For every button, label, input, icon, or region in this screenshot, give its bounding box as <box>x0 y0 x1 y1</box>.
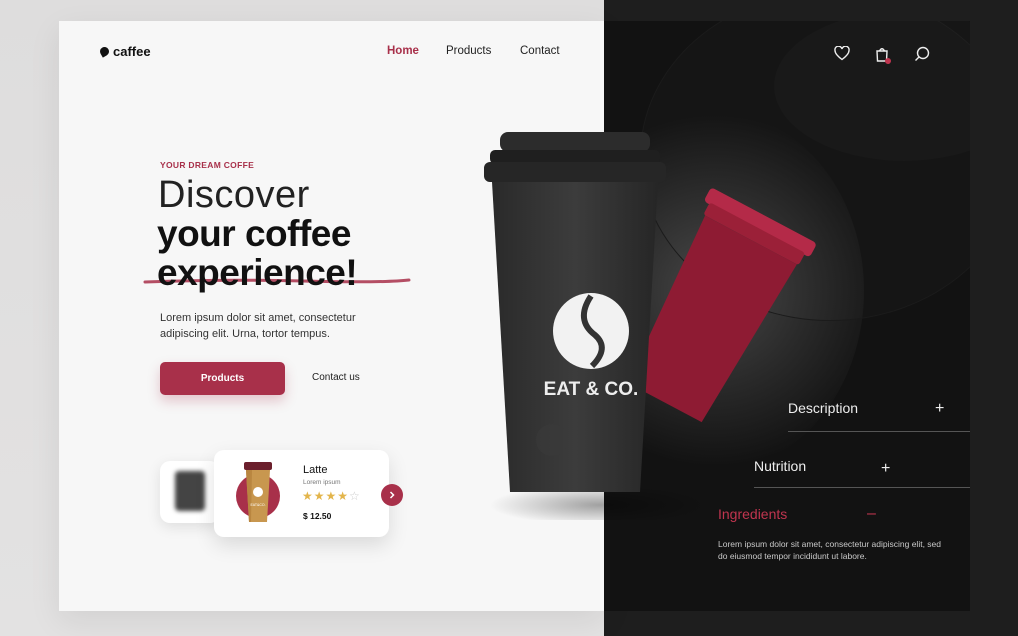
search-button[interactable] <box>914 46 930 67</box>
svg-text:EAT&CO.: EAT&CO. <box>250 503 265 507</box>
products-button[interactable]: Products <box>160 362 285 395</box>
product-subtitle: Lorem ipsum <box>303 479 341 486</box>
nav-contact[interactable]: Contact <box>520 45 560 57</box>
accordion-title[interactable]: Ingredients <box>718 506 787 522</box>
heart-icon <box>834 45 850 61</box>
minus-icon[interactable]: – <box>867 505 876 523</box>
carousel-next-button[interactable] <box>381 484 403 506</box>
brand-logo[interactable]: caffee <box>98 44 151 59</box>
nav-home[interactable]: Home <box>387 45 419 57</box>
divider <box>788 431 970 432</box>
divider <box>754 487 970 488</box>
cart-button[interactable] <box>874 46 892 69</box>
plus-icon[interactable]: + <box>881 460 890 478</box>
favorites-button[interactable] <box>834 45 850 66</box>
search-icon <box>915 46 930 61</box>
hero-title-bold-line1: your coffee <box>157 213 351 254</box>
accordion-title[interactable]: Nutrition <box>754 458 806 474</box>
star-icon: ★★★★ <box>302 489 350 503</box>
bag-icon <box>876 48 891 64</box>
nav-products[interactable]: Products <box>446 45 491 57</box>
latte-cup-image: EAT&CO. <box>244 462 272 522</box>
cup-thumbnail <box>175 471 205 511</box>
hero-title-light: Discover <box>158 174 310 216</box>
chevron-right-icon <box>389 491 395 499</box>
product-thumb-card[interactable] <box>160 461 220 523</box>
product-rating: ★★★★☆ <box>302 489 361 503</box>
accordion-title[interactable]: Description <box>788 400 858 416</box>
star-empty-icon: ☆ <box>349 489 361 503</box>
hero-description: Lorem ipsum dolor sit amet, consectetur … <box>160 312 356 340</box>
product-price: $ 12.50 <box>303 511 332 521</box>
hero-title-bold-line2: experience! <box>157 252 358 293</box>
brand-name: caffee <box>113 44 151 59</box>
product-card[interactable]: EAT&CO. Latte Lorem ipsum ★★★★☆ $ 12.50 <box>214 450 389 537</box>
product-name: Latte <box>303 464 328 476</box>
accordion-body: Lorem ipsum dolor sit amet, consectetur … <box>718 539 941 561</box>
cup-brand-text: EAT & CO. <box>544 379 639 400</box>
hero-eyebrow: YOUR DREAM COFFE <box>160 160 255 170</box>
plus-icon[interactable]: + <box>935 400 944 418</box>
coffee-bean-icon <box>98 45 111 58</box>
contact-us-button[interactable]: Contact us <box>312 372 360 383</box>
